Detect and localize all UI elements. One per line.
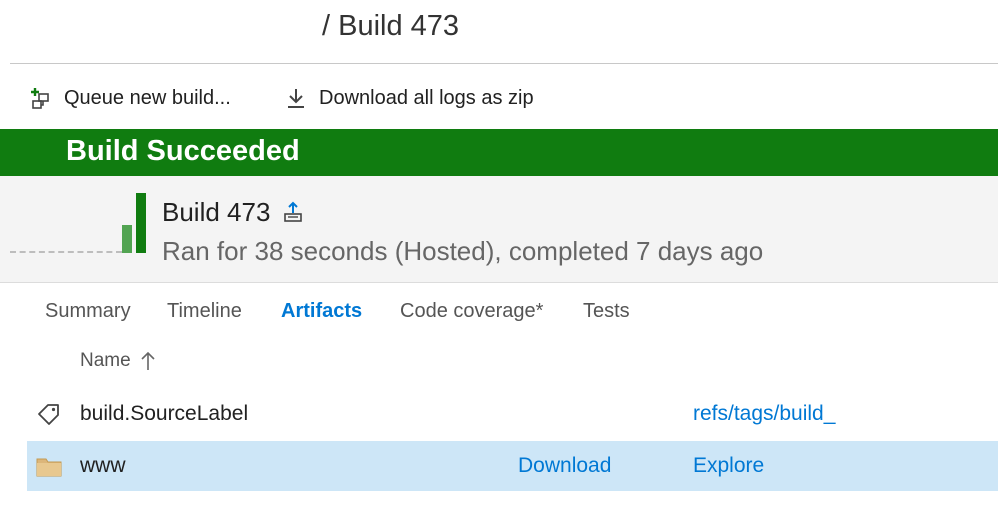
download-logs-label: Download all logs as zip: [319, 86, 534, 109]
build-status-banner: Build Succeeded: [0, 129, 998, 176]
artifact-name: www: [80, 454, 126, 477]
table-row[interactable]: www Download Explore: [27, 441, 998, 491]
tab-tests[interactable]: Tests: [583, 300, 630, 323]
retain-build-icon[interactable]: [280, 200, 306, 226]
artifact-name: build.SourceLabel: [80, 402, 249, 425]
queue-new-build-button[interactable]: Queue new build...: [28, 84, 231, 112]
artifact-explore-link[interactable]: refs/tags/build_: [693, 402, 835, 426]
tab-artifacts[interactable]: Artifacts: [281, 300, 362, 323]
tab-code-coverage[interactable]: Code coverage*: [400, 300, 543, 323]
build-history-bar-current[interactable]: [136, 193, 146, 253]
column-header-label: Name: [80, 350, 131, 371]
download-logs-button[interactable]: Download all logs as zip: [283, 84, 534, 112]
column-header-name[interactable]: Name: [80, 350, 157, 372]
artifact-explore-link[interactable]: Explore: [693, 454, 764, 478]
download-icon: [283, 85, 309, 111]
table-row[interactable]: build.SourceLabel refs/tags/build_: [27, 389, 998, 439]
tab-timeline[interactable]: Timeline: [167, 300, 242, 323]
build-summary: Build 473 Ran for 38 seconds (Hosted), c…: [0, 176, 998, 283]
artifact-download-link[interactable]: Download: [518, 454, 611, 478]
build-title-text: Build 473: [162, 197, 271, 227]
build-status-text: Build Succeeded: [66, 135, 300, 167]
header-divider: [10, 63, 998, 64]
queue-new-build-label: Queue new build...: [64, 86, 231, 109]
folder-icon: [35, 453, 63, 479]
queue-build-icon: [28, 85, 54, 111]
build-history-bar[interactable]: [122, 225, 132, 253]
build-history-baseline: [10, 251, 122, 253]
tag-icon: [35, 401, 63, 427]
build-title: Build 473: [162, 197, 306, 228]
build-subtitle: Ran for 38 seconds (Hosted), completed 7…: [162, 236, 764, 266]
sort-ascending-icon: [139, 350, 157, 372]
page-title: / Build 473: [322, 10, 460, 42]
tab-summary[interactable]: Summary: [45, 300, 131, 323]
